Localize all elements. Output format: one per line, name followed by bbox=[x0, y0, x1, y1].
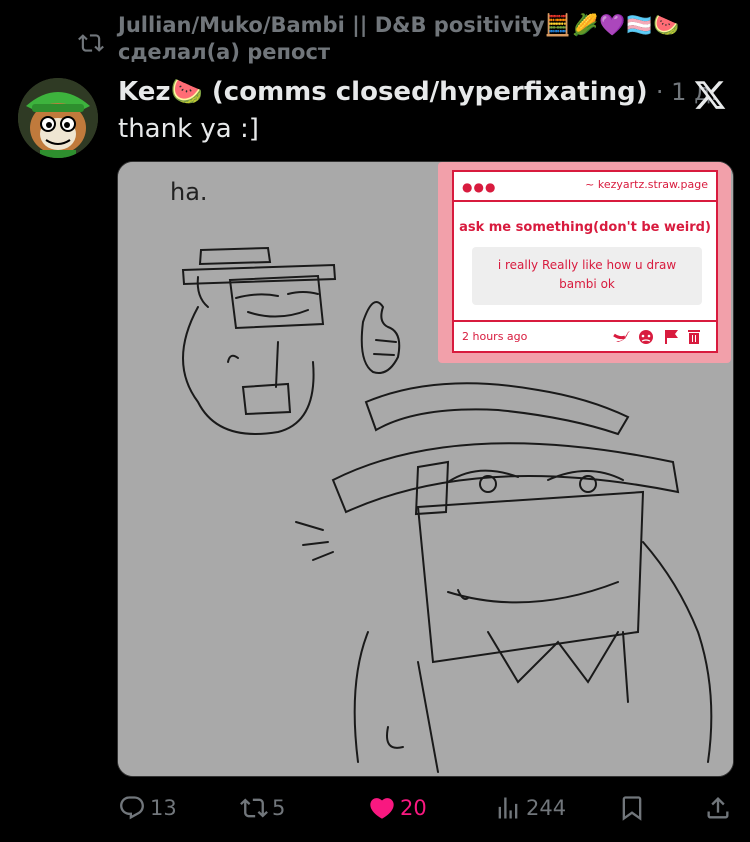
bookmark-button[interactable] bbox=[618, 790, 650, 826]
heart-icon bbox=[370, 798, 394, 819]
repost-icon bbox=[240, 798, 268, 818]
trash-icon bbox=[688, 330, 700, 344]
angry-face-icon bbox=[639, 330, 653, 344]
tweet-header: Kez🍉 (comms closed/hyperfixating) · 1 д. bbox=[118, 74, 718, 110]
ask-card-site: ~ kezyartz.straw.page bbox=[585, 178, 708, 191]
repost-icon bbox=[78, 34, 104, 52]
tweet-media-image[interactable]: ha. ●●● ~ kezyartz.straw.page ask me som… bbox=[117, 161, 734, 777]
ask-card-answer: i really Really like how u draw bambi ok bbox=[472, 247, 702, 305]
x-logo-icon[interactable] bbox=[690, 78, 730, 112]
twitter-icon bbox=[613, 331, 630, 342]
share-button[interactable] bbox=[704, 790, 736, 826]
ask-card-question: ask me something(don't be weird) bbox=[459, 220, 711, 235]
ask-card-footer: 2 hours ago bbox=[454, 320, 716, 355]
reply-icon bbox=[120, 796, 144, 820]
window-dots-icon: ●●● bbox=[462, 180, 497, 194]
like-button[interactable]: 20 bbox=[368, 790, 427, 826]
views-count: 244 bbox=[526, 796, 567, 820]
views-button[interactable]: 244 bbox=[494, 790, 566, 826]
tweet-text: thank ya :] bbox=[118, 114, 259, 144]
drawing-caption: ha. bbox=[170, 178, 208, 206]
reply-button[interactable]: 13 bbox=[118, 790, 177, 826]
author-name[interactable]: Kez🍉 (comms closed/hyperfixating) bbox=[118, 77, 648, 107]
reposter-name[interactable]: Jullian/Muko/Bambi || D&B positivity bbox=[118, 13, 545, 37]
avatar[interactable] bbox=[18, 78, 98, 158]
ask-card-inner: ●●● ~ kezyartz.straw.page ask me somethi… bbox=[452, 170, 718, 353]
repost-label: сделал(а) репост bbox=[118, 40, 331, 64]
author-emoji: 🍉 bbox=[170, 77, 203, 107]
repost-button[interactable]: 5 bbox=[240, 790, 285, 826]
views-icon bbox=[498, 797, 518, 819]
reposter-emojis: 🧮🌽💜🏳️‍⚧️🍉 bbox=[544, 13, 681, 37]
ask-card-icons bbox=[613, 330, 700, 344]
tweet-actions: 13 5 20 244 bbox=[118, 790, 738, 830]
share-icon bbox=[707, 797, 729, 819]
ask-card-time: 2 hours ago bbox=[462, 330, 528, 343]
reply-count: 13 bbox=[150, 796, 177, 820]
avatar-image bbox=[18, 78, 98, 158]
like-count: 20 bbox=[400, 796, 427, 820]
ask-card-titlebar: ●●● ~ kezyartz.straw.page bbox=[454, 172, 716, 202]
bookmark-icon bbox=[622, 796, 642, 821]
ask-card: ●●● ~ kezyartz.straw.page ask me somethi… bbox=[438, 162, 731, 363]
flag-icon bbox=[665, 330, 678, 344]
repost-count: 5 bbox=[272, 796, 286, 820]
